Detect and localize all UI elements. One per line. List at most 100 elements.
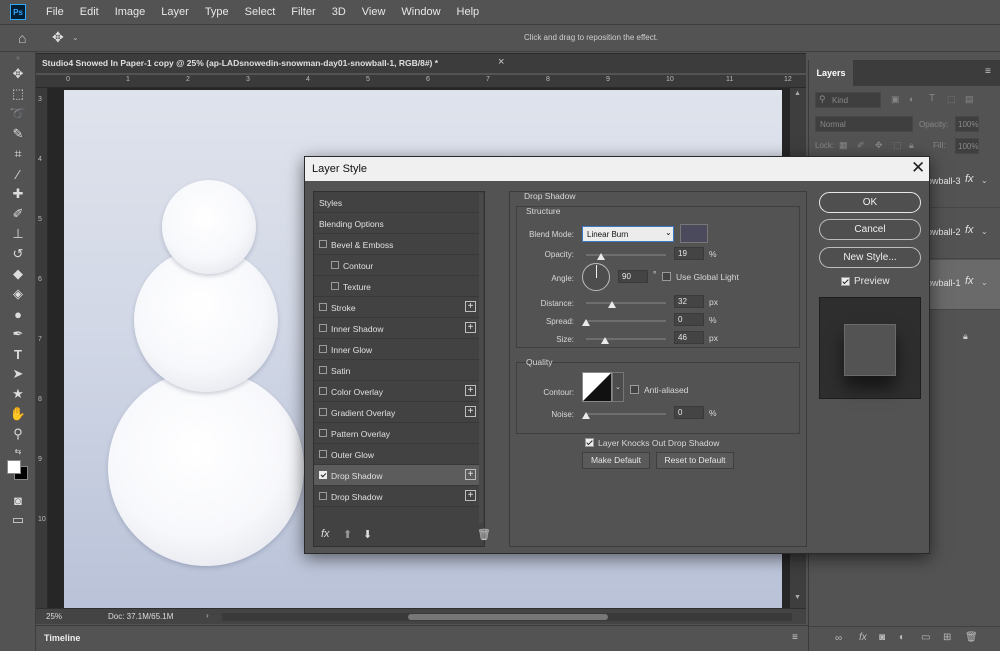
paint-bucket-icon[interactable]: ◈ (0, 284, 36, 304)
link-layers-icon[interactable]: ∞ (835, 633, 842, 644)
hand-tool-icon[interactable]: ✋ (0, 404, 36, 424)
lock-artboard-icon[interactable]: ⬚ (893, 140, 902, 151)
size-field[interactable]: 46 (674, 331, 704, 344)
chevron-down-icon[interactable]: ⌄ (72, 33, 79, 42)
timeline-label[interactable]: Timeline (44, 633, 80, 643)
add-mask-icon[interactable]: ◙ (879, 632, 885, 643)
style-item-drop-shadow[interactable]: Drop Shadow + (314, 486, 482, 507)
healing-brush-icon[interactable]: ✚ (0, 184, 36, 204)
spread-slider[interactable] (586, 320, 666, 322)
new-layer-icon[interactable]: ⊞ (943, 632, 951, 643)
add-effect-icon[interactable]: + (465, 406, 476, 417)
swap-colors-icon[interactable]: ⇆ (0, 444, 36, 458)
style-checkbox[interactable] (319, 345, 327, 353)
style-item-gradient-overlay[interactable]: Gradient Overlay + (314, 402, 482, 423)
style-checkbox[interactable] (331, 282, 339, 290)
layer-opacity-field[interactable]: 100% (955, 116, 979, 132)
style-checkbox[interactable] (319, 408, 327, 416)
crop-tool-icon[interactable]: ⌗ (0, 144, 36, 164)
lock-transparent-icon[interactable]: ▦ (839, 140, 848, 151)
scroll-thumb[interactable] (408, 614, 608, 620)
pen-tool-icon[interactable]: ✒ (0, 324, 36, 344)
contour-preview[interactable] (582, 372, 612, 402)
marquee-tool-icon[interactable]: ⬚ (0, 84, 36, 104)
new-group-icon[interactable]: ▭ (921, 632, 930, 643)
style-checkbox[interactable] (319, 471, 327, 479)
quick-select-icon[interactable]: ✎ (0, 124, 36, 144)
collapse-icon[interactable]: » (0, 52, 36, 64)
panel-menu-icon[interactable]: ≡ (985, 66, 991, 77)
zoom-level[interactable]: 25% (46, 612, 62, 621)
filter-pixel-icon[interactable]: ▣ (891, 94, 900, 105)
kind-filter[interactable]: ⚲ Kind (815, 92, 881, 108)
style-item-color-overlay[interactable]: Color Overlay + (314, 381, 482, 402)
filter-adjust-icon[interactable]: ◐ (909, 94, 914, 104)
move-tool-icon[interactable]: ✥ (52, 29, 64, 46)
menu-window[interactable]: Window (393, 6, 448, 18)
style-item-drop-shadow[interactable]: Drop Shadow + (314, 465, 482, 486)
make-default-button[interactable]: Make Default (582, 452, 650, 469)
style-checkbox[interactable] (319, 366, 327, 374)
fill-field[interactable]: 100% (955, 138, 979, 154)
add-style-icon[interactable]: fx (859, 632, 867, 643)
type-tool-icon[interactable]: T (0, 344, 36, 364)
global-light-checkbox[interactable] (662, 272, 671, 281)
color-swatches[interactable] (0, 458, 36, 484)
zoom-tool-icon[interactable]: ⚲ (0, 424, 36, 444)
chevron-down-icon[interactable]: ⌄ (981, 176, 988, 185)
history-brush-icon[interactable]: ↺ (0, 244, 36, 264)
lock-brush-icon[interactable]: ✐ (857, 140, 865, 151)
horizontal-scrollbar[interactable] (222, 613, 792, 621)
add-effect-icon[interactable]: + (465, 469, 476, 480)
add-effect-icon[interactable]: + (465, 322, 476, 333)
style-item-satin[interactable]: Satin (314, 360, 482, 381)
style-checkbox[interactable] (319, 387, 327, 395)
spread-field[interactable]: 0 (674, 313, 704, 326)
style-item-bevel-emboss[interactable]: Bevel & Emboss (314, 234, 482, 255)
distance-slider[interactable] (586, 302, 666, 304)
style-item-texture[interactable]: Texture (314, 276, 482, 297)
stamp-tool-icon[interactable]: ⊥ (0, 224, 36, 244)
new-style-button[interactable]: New Style... (819, 247, 921, 268)
screen-mode-icon[interactable]: ▭ (0, 510, 36, 530)
layers-tab[interactable]: Layers (809, 60, 853, 86)
style-item-blending-options[interactable]: Blending Options (314, 213, 482, 234)
menu-layer[interactable]: Layer (153, 6, 197, 18)
adjustment-layer-icon[interactable]: ◐ (899, 632, 905, 643)
fx-icon[interactable]: fx (965, 173, 974, 185)
close-icon[interactable]: ✕ (911, 158, 925, 178)
close-document-icon[interactable]: × (498, 56, 504, 68)
style-item-contour[interactable]: Contour (314, 255, 482, 276)
spread-slider-knob[interactable] (582, 319, 590, 326)
size-slider-knob[interactable] (601, 337, 609, 344)
menu-3d[interactable]: 3D (324, 6, 354, 18)
lock-move-icon[interactable]: ✥ (875, 140, 883, 151)
distance-field[interactable]: 32 (674, 295, 704, 308)
noise-slider[interactable] (586, 413, 666, 415)
angle-dial[interactable] (582, 263, 610, 291)
move-down-icon[interactable]: ⬇ (363, 528, 372, 541)
noise-field[interactable]: 0 (674, 406, 704, 419)
style-item-outer-glow[interactable]: Outer Glow (314, 444, 482, 465)
style-checkbox[interactable] (319, 303, 327, 311)
menu-filter[interactable]: Filter (283, 6, 323, 18)
chevron-down-icon[interactable]: ⌄ (981, 227, 988, 236)
brush-tool-icon[interactable]: ✐ (0, 204, 36, 224)
fx-icon[interactable]: fx (965, 224, 974, 236)
move-tool-icon[interactable]: ✥ (0, 64, 36, 84)
anti-aliased-checkbox[interactable] (630, 385, 639, 394)
menu-select[interactable]: Select (237, 6, 284, 18)
home-icon[interactable]: ⌂ (18, 30, 26, 46)
distance-slider-knob[interactable] (608, 301, 616, 308)
style-checkbox[interactable] (331, 261, 339, 269)
style-item-styles[interactable]: Styles (314, 192, 482, 213)
menu-file[interactable]: File (38, 6, 72, 18)
dodge-tool-icon[interactable]: ● (0, 304, 36, 324)
blend-mode-select[interactable]: Linear Burn ⌄ (582, 226, 674, 242)
ok-button[interactable]: OK (819, 192, 921, 213)
document-tab[interactable]: Studio4 Snowed In Paper-1 copy @ 25% (ap… (36, 53, 806, 73)
preview-checkbox[interactable] (841, 277, 850, 286)
add-effect-icon[interactable]: + (465, 301, 476, 312)
fx-menu-icon[interactable]: fx (321, 528, 330, 540)
style-checkbox[interactable] (319, 450, 327, 458)
